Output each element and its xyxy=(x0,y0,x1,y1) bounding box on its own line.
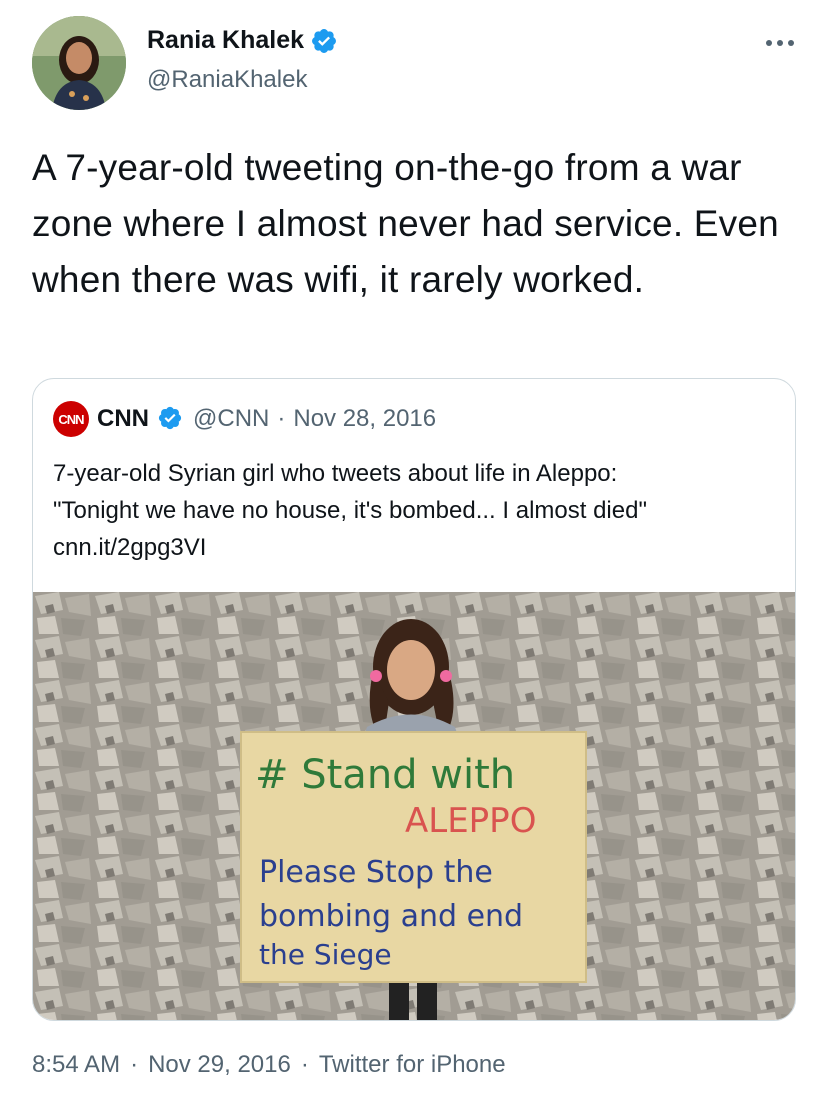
footer-separator: · xyxy=(130,1051,139,1078)
quoted-display-name[interactable]: CNN xyxy=(97,405,149,433)
tweet-footer: 8:54 AM · Nov 29, 2016 · Twitter for iPh… xyxy=(32,1051,506,1079)
rubble-photo: # Stand with ALEPPO Please Stop the bomb… xyxy=(33,592,795,1020)
author-display-name[interactable]: Rania Khalek xyxy=(147,26,304,55)
tweet-text: A 7-year-old tweeting on-the-go from a w… xyxy=(32,147,779,300)
sign-line-1: # Stand with xyxy=(255,752,515,798)
quoted-tweet-card[interactable]: CNN CNN @CNN · Nov 28, 2016 7-year-old S… xyxy=(32,378,796,1021)
tweet-source[interactable]: Twitter for iPhone xyxy=(319,1051,506,1079)
sign-line-2: ALEPPO xyxy=(405,801,536,841)
more-horizontal-icon xyxy=(766,40,794,46)
quoted-text-line: "Tonight we have no house, it's bombed..… xyxy=(53,497,647,524)
author-avatar-image xyxy=(32,16,126,110)
quoted-link[interactable]: cnn.it/2gpg3VI xyxy=(53,529,778,566)
verified-badge-icon xyxy=(310,27,338,55)
quoted-handle[interactable]: @CNN xyxy=(193,405,269,433)
quoted-date[interactable]: Nov 28, 2016 xyxy=(293,405,436,433)
quoted-tweet-image[interactable]: # Stand with ALEPPO Please Stop the bomb… xyxy=(33,592,795,1020)
more-options-button[interactable] xyxy=(760,28,800,58)
tweet-date[interactable]: Nov 29, 2016 xyxy=(148,1051,291,1079)
sign-line-3: Please Stop the xyxy=(259,855,493,890)
quoted-tweet-text: 7-year-old Syrian girl who tweets about … xyxy=(53,455,778,566)
tweet-time[interactable]: 8:54 AM xyxy=(32,1051,120,1079)
sign-line-4: bombing and end xyxy=(259,899,523,934)
author-handle[interactable]: @RaniaKhalek xyxy=(147,66,307,94)
meta-separator: · xyxy=(277,405,286,432)
footer-separator: · xyxy=(300,1051,309,1078)
author-avatar[interactable] xyxy=(32,16,126,110)
verified-badge-icon xyxy=(157,405,185,433)
cnn-avatar[interactable]: CNN xyxy=(53,401,89,437)
quoted-text-line: 7-year-old Syrian girl who tweets about … xyxy=(53,460,618,487)
sign-line-5: the Siege xyxy=(259,938,392,971)
